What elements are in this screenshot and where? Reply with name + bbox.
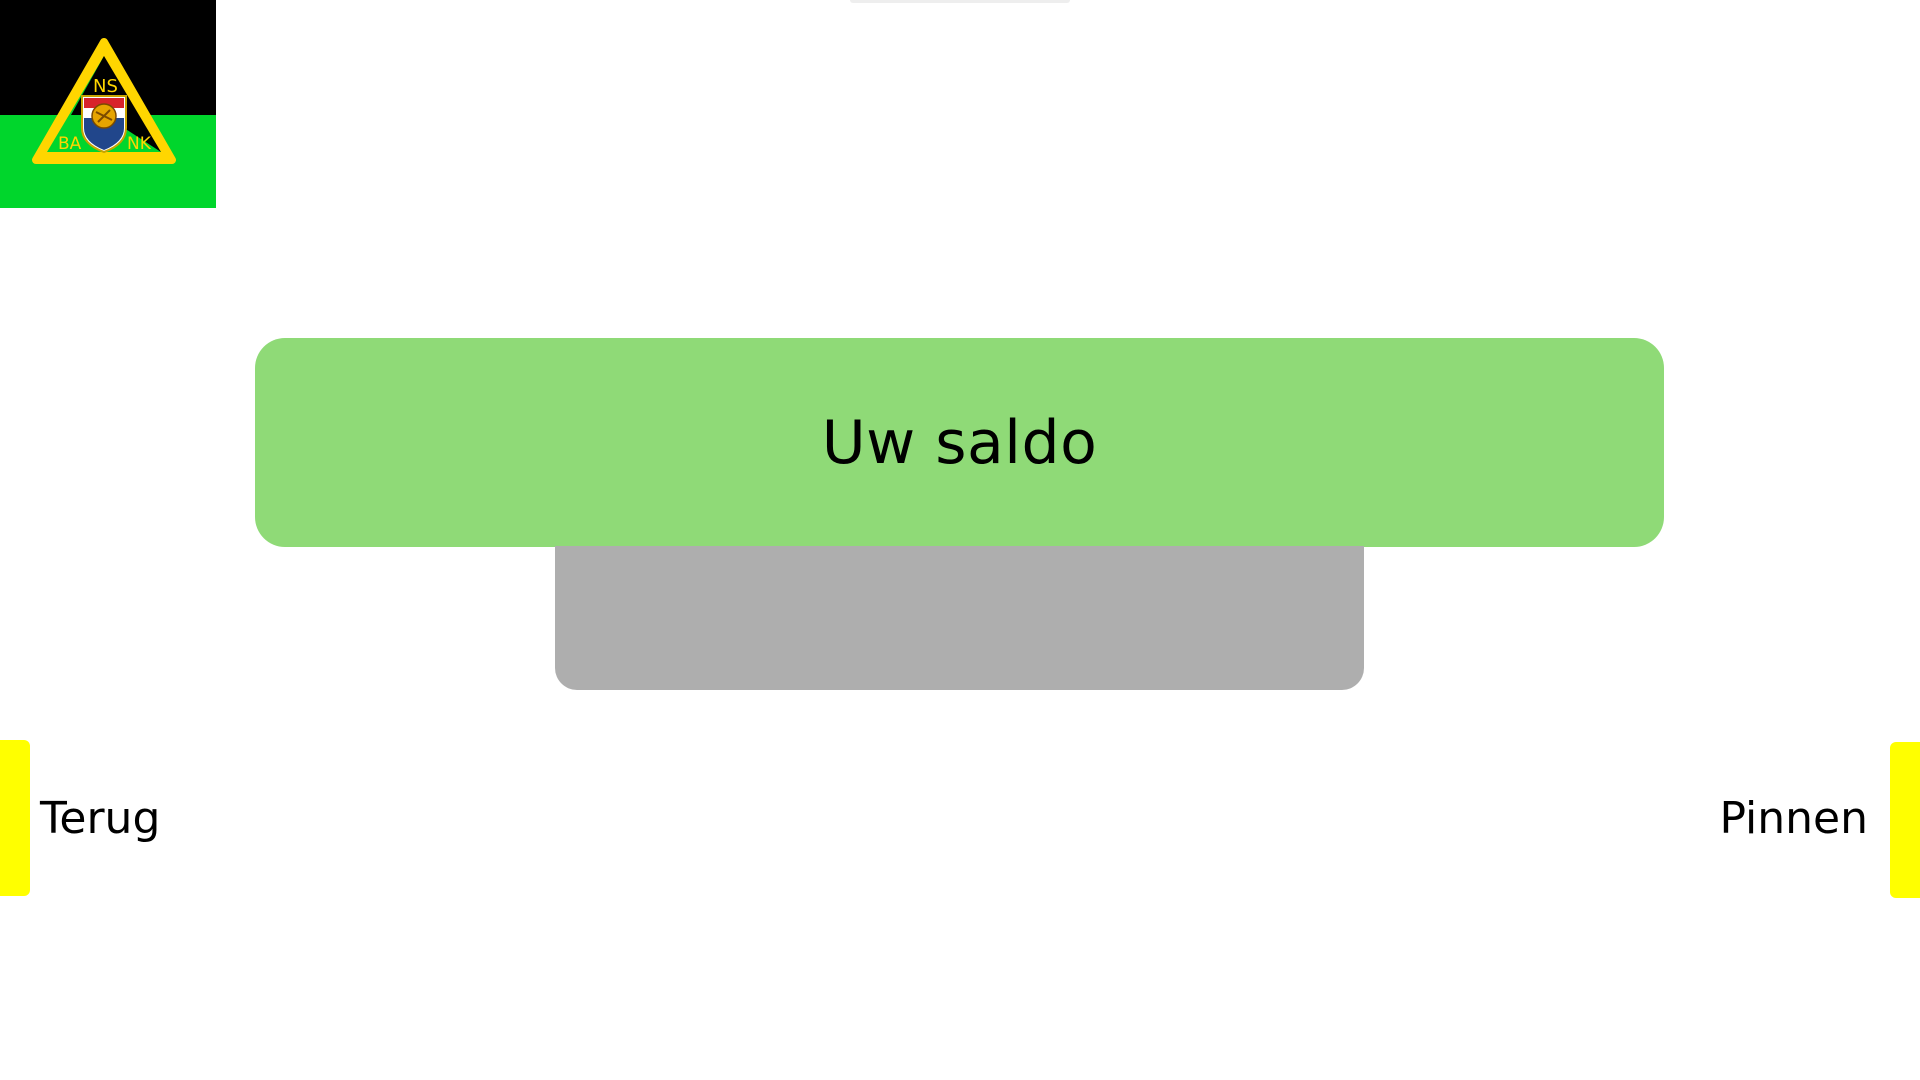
back-button[interactable] (0, 740, 30, 896)
shield-icon (81, 95, 127, 154)
logo-text-top: NS (93, 76, 118, 97)
withdraw-button-label: Pinnen (1719, 793, 1868, 844)
withdraw-button[interactable] (1890, 742, 1920, 898)
logo-text-bottom-left: BA (58, 134, 82, 154)
logo-emblem (32, 38, 176, 164)
page-title: Uw saldo (821, 407, 1098, 478)
atm-screen: NS BA NK Uw saldo Terug Pinnen (0, 0, 1920, 1080)
logo-text-bottom-right: NK (127, 134, 151, 154)
top-tab-handle (850, 0, 1070, 3)
balance-display (555, 546, 1364, 690)
bank-logo: NS BA NK (0, 0, 216, 208)
balance-title-banner: Uw saldo (255, 338, 1664, 547)
back-button-label: Terug (40, 793, 161, 844)
